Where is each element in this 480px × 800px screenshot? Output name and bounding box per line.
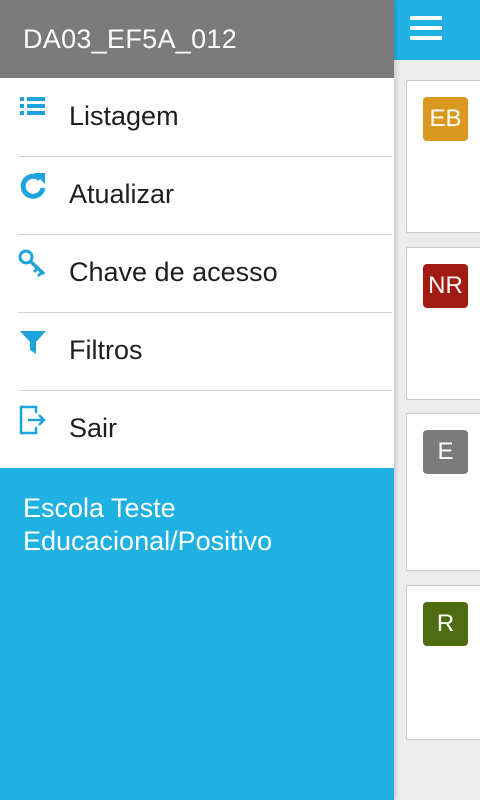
menu-item-label: Filtros	[69, 335, 143, 365]
status-badge: E	[423, 430, 468, 474]
menu-item-label: Listagem	[69, 101, 179, 131]
hamburger-menu-icon[interactable]	[408, 10, 444, 46]
menu-item-listagem[interactable]: Listagem	[0, 78, 394, 156]
menu-item-label: Sair	[69, 413, 118, 443]
school-name-line2: Educacional/Positivo	[23, 526, 273, 556]
menu-item-filtros[interactable]: Filtros	[0, 312, 394, 390]
status-badge: NR	[423, 264, 468, 308]
list-card[interactable]: EB	[406, 80, 480, 233]
drawer-header: DA03_EF5A_012	[0, 0, 394, 78]
navigation-drawer: DA03_EF5A_012 Listagem Atualizar Chave d…	[0, 0, 394, 800]
menu-item-atualizar[interactable]: Atualizar	[0, 156, 394, 234]
key-icon	[18, 249, 46, 278]
list-icon	[20, 97, 45, 115]
status-badge: EB	[423, 97, 468, 141]
refresh-icon	[20, 173, 46, 199]
exit-icon	[19, 405, 46, 435]
status-badge: R	[423, 602, 468, 646]
school-name: Escola Teste Educacional/Positivo	[0, 468, 394, 558]
menu-item-label: Chave de acesso	[69, 257, 278, 287]
menu-item-label: Atualizar	[69, 179, 175, 209]
menu-item-sair[interactable]: Sair	[0, 390, 394, 468]
menu-item-chave-de-acesso[interactable]: Chave de acesso	[0, 234, 394, 312]
filter-icon	[20, 331, 46, 354]
drawer-menu: Listagem Atualizar Chave de acesso Filtr…	[0, 78, 394, 468]
list-card[interactable]: NR	[406, 247, 480, 400]
list-card[interactable]: R	[406, 585, 480, 740]
list-card[interactable]: E	[406, 413, 480, 571]
school-name-line1: Escola Teste	[23, 493, 176, 523]
